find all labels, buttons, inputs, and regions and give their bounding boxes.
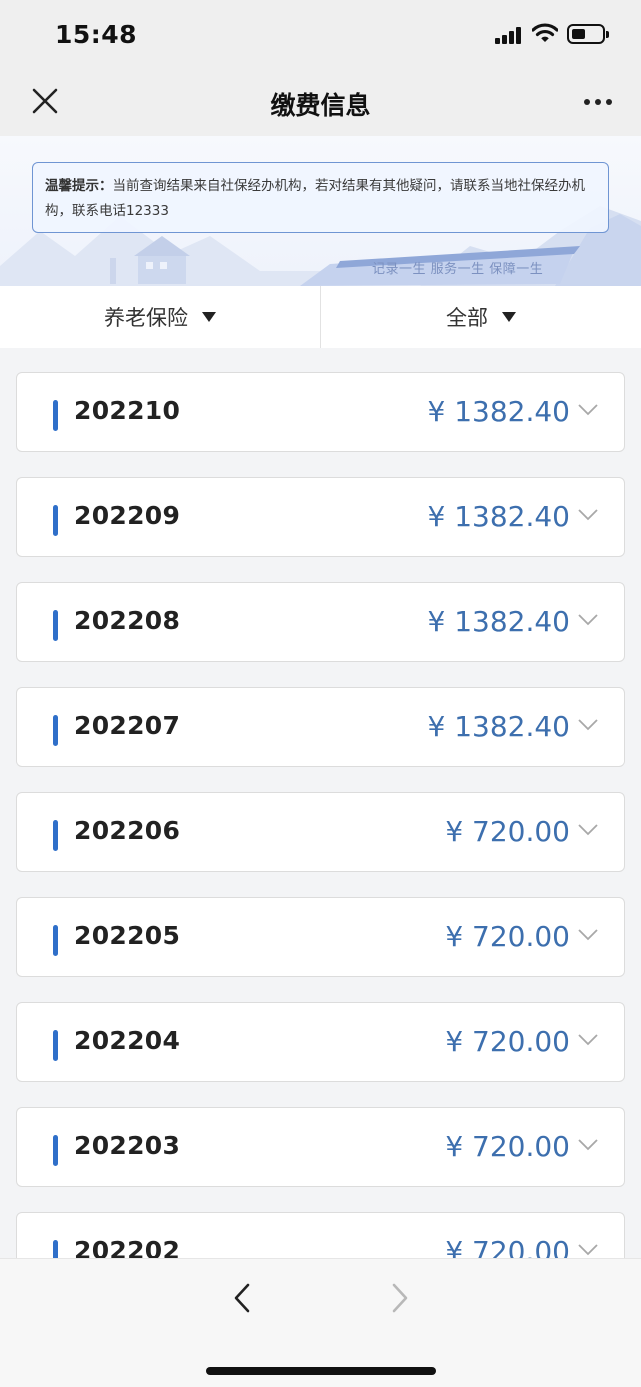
chevron-down-icon: [578, 1139, 598, 1151]
payment-record-card[interactable]: 202202 ¥ 720.00: [16, 1212, 625, 1258]
triangle-down-icon: [202, 312, 216, 322]
notice-banner: 温馨提示：当前查询结果来自社保经办机构，若对结果有其他疑问，请联系当地社保经办机…: [0, 136, 641, 286]
accent-bar: [53, 715, 58, 746]
accent-bar: [53, 925, 58, 956]
accent-bar: [53, 610, 58, 641]
payment-record-card[interactable]: 202203 ¥ 720.00: [16, 1107, 625, 1187]
record-period: 202205: [74, 921, 181, 950]
bottom-toolbar: [0, 1258, 641, 1387]
record-amount: ¥ 1382.40: [427, 605, 570, 638]
record-period: 202204: [74, 1026, 181, 1055]
chevron-down-icon: [578, 719, 598, 731]
chevron-right-icon[interactable]: [386, 1281, 414, 1315]
chevron-down-icon: [578, 509, 598, 521]
record-amount: ¥ 720.00: [445, 1025, 570, 1058]
home-indicator: [206, 1367, 436, 1375]
record-period: 202209: [74, 501, 181, 530]
payment-record-card[interactable]: 202204 ¥ 720.00: [16, 1002, 625, 1082]
record-period: 202206: [74, 816, 181, 845]
chevron-down-icon: [578, 404, 598, 416]
wifi-icon: [532, 23, 558, 42]
notice-label: 温馨提示：: [45, 178, 113, 194]
navigation-bar: 缴费信息: [0, 70, 641, 136]
record-period: 202210: [74, 396, 181, 425]
notice-box: 温馨提示：当前查询结果来自社保经办机构，若对结果有其他疑问，请联系当地社保经办机…: [32, 162, 609, 233]
page-title: 缴费信息: [270, 91, 371, 120]
record-amount: ¥ 720.00: [445, 815, 570, 848]
payment-record-card[interactable]: 202205 ¥ 720.00: [16, 897, 625, 977]
battery-icon: [567, 24, 609, 44]
filter-bar: 养老保险 全部: [0, 286, 641, 348]
chevron-down-icon: [578, 929, 598, 941]
record-amount: ¥ 720.00: [445, 1130, 570, 1163]
accent-bar: [53, 1135, 58, 1166]
accent-bar: [53, 1030, 58, 1061]
scope-label: 全部: [446, 306, 488, 330]
record-period: 202202: [74, 1236, 181, 1258]
insurance-type-label: 养老保险: [104, 306, 188, 330]
record-amount: ¥ 720.00: [445, 1235, 570, 1258]
accent-bar: [53, 505, 58, 536]
accent-bar: [53, 820, 58, 851]
payment-record-list[interactable]: 202210 ¥ 1382.40 202209 ¥ 1382.40 202208…: [0, 348, 641, 1258]
more-icon[interactable]: [580, 90, 616, 114]
status-time: 15:48: [55, 20, 138, 49]
notice-text: 当前查询结果来自社保经办机构，若对结果有其他疑问，请联系当地社保经办机构，联系电…: [45, 178, 585, 219]
accent-bar: [53, 1240, 58, 1258]
chevron-down-icon: [578, 1244, 598, 1256]
record-period: 202207: [74, 711, 181, 740]
banner-slogan: 记录一生 服务一生 保障一生: [372, 262, 544, 277]
cellular-signal-icon: [495, 26, 521, 44]
payment-record-card[interactable]: 202209 ¥ 1382.40: [16, 477, 625, 557]
payment-record-card[interactable]: 202206 ¥ 720.00: [16, 792, 625, 872]
chevron-down-icon: [578, 614, 598, 626]
insurance-type-dropdown[interactable]: 养老保险: [0, 286, 320, 348]
chevron-left-icon[interactable]: [228, 1281, 256, 1315]
chevron-down-icon: [578, 824, 598, 836]
record-amount: ¥ 1382.40: [427, 395, 570, 428]
record-period: 202203: [74, 1131, 181, 1160]
scope-dropdown[interactable]: 全部: [321, 286, 641, 348]
payment-record-card[interactable]: 202208 ¥ 1382.40: [16, 582, 625, 662]
record-amount: ¥ 1382.40: [427, 500, 570, 533]
status-bar: 15:48: [0, 0, 641, 70]
record-amount: ¥ 1382.40: [427, 710, 570, 743]
chevron-down-icon: [578, 1034, 598, 1046]
triangle-down-icon: [502, 312, 516, 322]
payment-record-card[interactable]: 202207 ¥ 1382.40: [16, 687, 625, 767]
record-amount: ¥ 720.00: [445, 920, 570, 953]
accent-bar: [53, 400, 58, 431]
payment-record-card[interactable]: 202210 ¥ 1382.40: [16, 372, 625, 452]
record-period: 202208: [74, 606, 181, 635]
